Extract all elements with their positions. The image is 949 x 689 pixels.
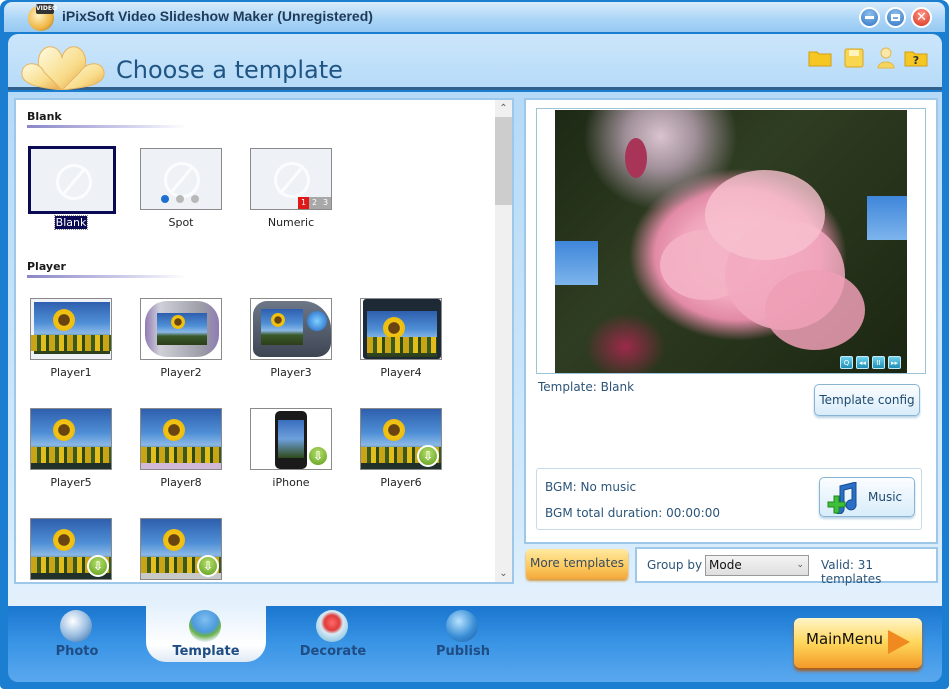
download-icon: ⇩ xyxy=(197,555,219,577)
download-icon: ⇩ xyxy=(417,445,439,467)
template-thumbnail: ⇩ xyxy=(250,408,332,470)
save-icon[interactable] xyxy=(842,46,866,70)
spot-indicator-dots xyxy=(161,192,206,206)
page-title: Choose a template xyxy=(116,56,343,84)
template-config-button[interactable]: Template config xyxy=(814,384,920,416)
rewind-icon[interactable]: ◂◂ xyxy=(856,356,869,369)
template-label: Player8 xyxy=(160,476,202,489)
fast-forward-icon[interactable]: ▸▸ xyxy=(888,356,901,369)
group-by-select[interactable]: Mode ⌄ xyxy=(705,555,809,576)
minimize-icon xyxy=(865,16,874,19)
more-templates-button[interactable]: More templates xyxy=(526,549,628,579)
chevron-down-icon: ⌄ xyxy=(796,560,804,570)
preview-frame: Q ◂◂ II ▸▸ xyxy=(536,108,926,374)
template-icon xyxy=(189,610,221,642)
group-by-bar: Group by Mode ⌄ Valid: 31 templates xyxy=(635,547,938,586)
tab-publish[interactable]: Publish xyxy=(408,606,518,670)
scroll-down-button[interactable]: ⌄ xyxy=(495,565,512,582)
bgm-duration: BGM total duration: 00:00:00 xyxy=(545,506,720,520)
template-label: Player2 xyxy=(160,366,202,379)
help-icon[interactable]: ? xyxy=(904,46,928,70)
template-label: Player5 xyxy=(50,476,92,489)
download-icon: ⇩ xyxy=(87,555,109,577)
tab-photo[interactable]: Photo xyxy=(22,606,132,670)
template-thumbnail xyxy=(140,298,222,360)
music-button[interactable]: Music xyxy=(819,477,915,517)
template-label: Player4 xyxy=(380,366,422,379)
tab-template[interactable]: Template xyxy=(146,606,266,662)
template-thumbnail xyxy=(250,298,332,360)
group-by-value: Mode xyxy=(709,558,742,572)
template-label: iPhone xyxy=(272,476,310,489)
template-thumbnail xyxy=(30,408,112,470)
template-label: Numeric xyxy=(267,216,315,229)
template-label: Player1 xyxy=(50,366,92,379)
group-title-player: Player xyxy=(27,260,66,273)
user-icon[interactable] xyxy=(874,46,898,70)
current-template-label: Template: Blank xyxy=(538,380,635,394)
globe-icon xyxy=(446,610,478,642)
music-button-label: Music xyxy=(868,490,903,504)
template-thumbnail xyxy=(140,148,222,210)
preview-image: Q ◂◂ II ▸▸ xyxy=(555,110,907,373)
blank-placeholder-icon xyxy=(56,164,92,200)
pause-icon[interactable]: II xyxy=(872,356,885,369)
preview-controls: Q ◂◂ II ▸▸ xyxy=(837,354,901,369)
group-divider xyxy=(27,125,187,128)
close-button[interactable]: ✕ xyxy=(911,7,932,28)
download-icon: ⇩ xyxy=(307,445,329,467)
group-by-label: Group by xyxy=(647,558,703,572)
bottom-navigation: Photo Template Decorate Publish MainMenu xyxy=(8,606,942,682)
maximize-icon xyxy=(891,14,900,21)
template-thumbnail xyxy=(28,146,116,214)
template-thumbnail xyxy=(30,298,112,360)
zoom-icon[interactable]: Q xyxy=(840,356,853,369)
template-label: Spot xyxy=(168,216,194,229)
group-divider xyxy=(27,275,187,278)
scroll-thumb[interactable] xyxy=(495,117,512,205)
add-music-icon xyxy=(827,482,857,514)
valid-templates-count: Valid: 31 templates xyxy=(821,558,882,586)
main-menu-button[interactable]: MainMenu xyxy=(794,618,922,668)
template-list-panel[interactable]: Blank Blank Spot 123 Numeric Player Play… xyxy=(14,98,514,584)
template-thumbnail: ⇩ xyxy=(360,408,442,470)
template-thumbnail xyxy=(360,298,442,360)
minimize-button[interactable] xyxy=(859,7,880,28)
tab-decorate[interactable]: Decorate xyxy=(278,606,388,670)
scroll-up-button[interactable]: ⌃ xyxy=(495,100,512,117)
template-label: Player3 xyxy=(270,366,312,379)
help-glyph: ? xyxy=(913,54,919,67)
photo-icon xyxy=(60,610,92,642)
preview-panel: Q ◂◂ II ▸▸ Template: Blank Template config … xyxy=(524,98,938,544)
app-icon-badge: VIDEO xyxy=(36,4,58,14)
template-thumbnail: ⇩ xyxy=(140,518,222,580)
folder-open-icon[interactable] xyxy=(808,46,832,70)
close-icon: ✕ xyxy=(916,10,927,25)
bgm-status: BGM: No music xyxy=(545,480,637,494)
template-thumbnail: ⇩ xyxy=(30,518,112,580)
template-thumbnail: 123 xyxy=(250,148,332,210)
maximize-button[interactable] xyxy=(885,7,906,28)
heart-icon xyxy=(316,610,348,642)
app-logo-icon: VIDEO xyxy=(28,4,58,31)
window-title: iPixSoft Video Slideshow Maker (Unregist… xyxy=(62,8,373,24)
template-label: Blank xyxy=(53,215,89,230)
clover-logo-icon xyxy=(21,46,105,90)
template-list-scrollbar[interactable]: ⌃ ⌄ xyxy=(495,100,512,582)
template-label: Player6 xyxy=(380,476,422,489)
play-arrow-icon xyxy=(888,630,910,654)
title-bar[interactable]: VIDEO iPixSoft Video Slideshow Maker (Un… xyxy=(4,2,945,32)
group-title-blank: Blank xyxy=(27,110,62,123)
template-thumbnail xyxy=(140,408,222,470)
app-window: VIDEO iPixSoft Video Slideshow Maker (Un… xyxy=(0,0,949,689)
page-header: Choose a template ? xyxy=(8,34,942,90)
main-menu-label: MainMenu xyxy=(806,630,883,648)
main-area: Blank Blank Spot 123 Numeric Player Play… xyxy=(8,92,942,606)
bgm-box: BGM: No music BGM total duration: 00:00:… xyxy=(536,468,922,530)
blank-placeholder-icon xyxy=(274,162,310,198)
numeric-indicator: 123 xyxy=(298,197,331,209)
